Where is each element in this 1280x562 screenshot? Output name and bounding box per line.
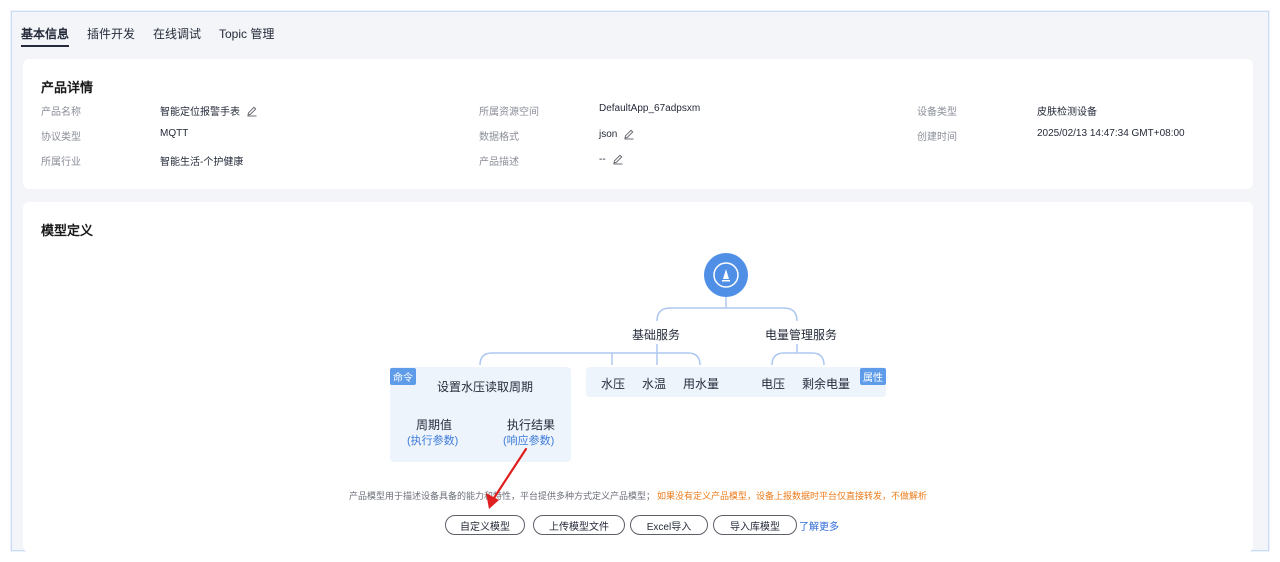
data-format-value: json (599, 128, 635, 140)
command-tag: 命令 (390, 368, 416, 385)
service-basic: 基础服务 (632, 328, 681, 342)
product-name-value: 智能定位报警手表 (160, 103, 258, 118)
device-type-label: 设备类型 (917, 107, 957, 118)
property-tag: 属性 (860, 368, 886, 385)
edit-icon[interactable] (246, 105, 258, 117)
property-remaining-power: 剩余电量 (802, 377, 851, 391)
tab-online-debug[interactable]: 在线调试 (153, 25, 201, 42)
product-detail-title: 产品详情 (41, 80, 94, 95)
tab-topic-management[interactable]: Topic 管理 (219, 25, 274, 42)
edit-icon[interactable] (623, 128, 635, 140)
product-detail-card: 产品详情 产品名称 智能定位报警手表 协议类型 MQTT 所属行业 智能生活-个… (23, 59, 1253, 189)
excel-import-button[interactable]: Excel导入 (630, 515, 708, 535)
service-power: 电量管理服务 (765, 328, 838, 342)
industry-label: 所属行业 (41, 157, 81, 168)
tab-plugin-dev[interactable]: 插件开发 (87, 25, 135, 42)
product-name-text: 智能定位报警手表 (160, 107, 240, 118)
resource-space-value: DefaultApp_67adpsxm (599, 103, 701, 114)
model-description: 产品模型用于描述设备具备的能力和特性，平台提供多种方式定义产品模型； (349, 491, 656, 501)
protocol-value: MQTT (160, 128, 189, 139)
property-water-usage: 用水量 (683, 377, 720, 391)
data-format-label: 数据格式 (479, 132, 519, 143)
param-period-kind: (执行参数) (407, 435, 459, 447)
industry-value: 智能生活-个护健康 (160, 157, 244, 168)
upload-model-file-button[interactable]: 上传模型文件 (533, 515, 625, 535)
property-voltage: 电压 (761, 377, 786, 391)
tab-bar: 基本信息 插件开发 在线调试 Topic 管理 (12, 12, 1268, 50)
learn-more-link[interactable]: 了解更多 (799, 518, 839, 533)
param-period-name: 周期值 (416, 418, 453, 432)
product-name-label: 产品名称 (41, 107, 81, 118)
command-name: 设置水压读取周期 (437, 380, 534, 394)
watch-icon (713, 262, 739, 288)
model-warning: 如果没有定义产品模型，设备上报数据时平台仅直接转发，不做解析 (657, 491, 928, 501)
edit-icon[interactable] (612, 153, 624, 165)
data-format-text: json (599, 128, 618, 140)
tab-basic-info[interactable]: 基本信息 (21, 25, 70, 47)
resource-space-label: 所属资源空间 (479, 107, 539, 118)
import-library-model-button[interactable]: 导入库模型 (713, 515, 797, 535)
custom-model-button[interactable]: 自定义模型 (445, 515, 525, 535)
product-desc-text: -- (599, 153, 606, 165)
property-water-temp: 水温 (642, 377, 667, 391)
product-desc-value: -- (599, 153, 624, 165)
param-result-kind: (响应参数) (503, 435, 555, 447)
model-definition-title: 模型定义 (41, 223, 94, 238)
created-time-value: 2025/02/13 14:47:34 GMT+08:00 (1037, 128, 1185, 139)
app-frame: 基本信息 插件开发 在线调试 Topic 管理 产品详情 产品名称 智能定位报警… (11, 11, 1269, 552)
product-model-root-icon (704, 253, 748, 297)
property-water-pressure: 水压 (601, 377, 626, 391)
created-time-label: 创建时间 (917, 132, 957, 143)
protocol-label: 协议类型 (41, 132, 81, 143)
device-type-value: 皮肤检测设备 (1037, 107, 1097, 118)
product-desc-label: 产品描述 (479, 157, 519, 168)
param-result-name: 执行结果 (507, 418, 556, 432)
